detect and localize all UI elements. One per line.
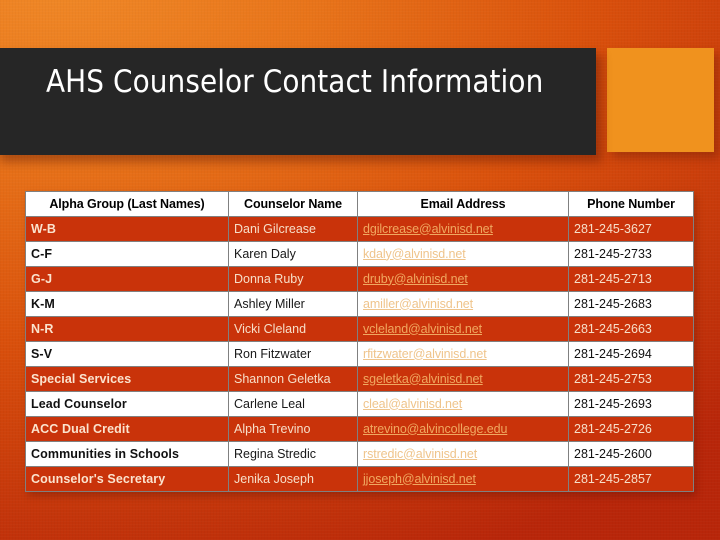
email-link[interactable]: kdaly@alvinisd.net bbox=[363, 247, 466, 261]
table-row: K-M Ashley Miller amiller@alvinisd.net 281-… bbox=[25, 291, 694, 317]
table-row: Lead Counselor Carlene Leal cleal@alvinisd… bbox=[25, 391, 694, 417]
cell-counselor-name: Vicki Cleland bbox=[228, 316, 358, 342]
counselor-contact-table: Alpha Group (Last Names) Counselor Name … bbox=[25, 191, 694, 492]
email-link[interactable]: cleal@alvinisd.net bbox=[363, 397, 462, 411]
cell-counselor-name: Jenika Joseph bbox=[228, 466, 358, 492]
accent-square-decoration bbox=[607, 48, 714, 152]
cell-alpha-group: W-B bbox=[25, 216, 229, 242]
cell-counselor-name: Ashley Miller bbox=[228, 291, 358, 317]
table-row: W-B Dani Gilcrease dgilcrease@alvinisd.net… bbox=[25, 216, 694, 242]
cell-phone-number: 281-245-2726 bbox=[568, 416, 694, 442]
cell-alpha-group: G-J bbox=[25, 266, 229, 292]
table-row: Counselor's Secretary Jenika Joseph jjosep… bbox=[25, 466, 694, 492]
email-link[interactable]: jjoseph@alvinisd.net bbox=[363, 472, 476, 486]
cell-alpha-group: C-F bbox=[25, 241, 229, 267]
cell-alpha-group: K-M bbox=[25, 291, 229, 317]
table-header: Alpha Group (Last Names) Counselor Name … bbox=[25, 191, 694, 217]
email-link[interactable]: rstredic@alvinisd.net bbox=[363, 447, 477, 461]
email-link[interactable]: vcleland@alvinisd.net bbox=[363, 322, 482, 336]
email-link[interactable]: druby@alvinisd.net bbox=[363, 272, 468, 286]
column-header-alpha-group: Alpha Group (Last Names) bbox=[25, 191, 229, 217]
cell-alpha-group: S-V bbox=[25, 341, 229, 367]
cell-email-address: kdaly@alvinisd.net bbox=[357, 241, 569, 267]
cell-email-address: druby@alvinisd.net bbox=[357, 266, 569, 292]
slide-canvas: AHS Counselor Contact Information Alpha … bbox=[0, 0, 720, 540]
cell-alpha-group: Special Services bbox=[25, 366, 229, 392]
title-block: AHS Counselor Contact Information bbox=[0, 48, 596, 155]
contact-table-container: Alpha Group (Last Names) Counselor Name … bbox=[25, 191, 694, 492]
cell-alpha-group: Lead Counselor bbox=[25, 391, 229, 417]
cell-counselor-name: Ron Fitzwater bbox=[228, 341, 358, 367]
cell-counselor-name: Carlene Leal bbox=[228, 391, 358, 417]
cell-phone-number: 281-245-3627 bbox=[568, 216, 694, 242]
cell-email-address: amiller@alvinisd.net bbox=[357, 291, 569, 317]
cell-email-address: dgilcrease@alvinisd.net bbox=[357, 216, 569, 242]
cell-alpha-group: Counselor's Secretary bbox=[25, 466, 229, 492]
cell-phone-number: 281-245-2600 bbox=[568, 441, 694, 467]
table-row: ACC Dual Credit Alpha Trevino atrevino@alv… bbox=[25, 416, 694, 442]
cell-email-address: rstredic@alvinisd.net bbox=[357, 441, 569, 467]
cell-phone-number: 281-245-2713 bbox=[568, 266, 694, 292]
email-link[interactable]: amiller@alvinisd.net bbox=[363, 297, 473, 311]
cell-phone-number: 281-245-2693 bbox=[568, 391, 694, 417]
cell-phone-number: 281-245-2753 bbox=[568, 366, 694, 392]
cell-email-address: cleal@alvinisd.net bbox=[357, 391, 569, 417]
cell-alpha-group: N-R bbox=[25, 316, 229, 342]
table-row: G-J Donna Ruby druby@alvinisd.net 281-245-2… bbox=[25, 266, 694, 292]
cell-phone-number: 281-245-2683 bbox=[568, 291, 694, 317]
column-header-email-address: Email Address bbox=[357, 191, 569, 217]
email-link[interactable]: dgilcrease@alvinisd.net bbox=[363, 222, 493, 236]
cell-phone-number: 281-245-2663 bbox=[568, 316, 694, 342]
cell-counselor-name: Alpha Trevino bbox=[228, 416, 358, 442]
cell-email-address: rfitzwater@alvinisd.net bbox=[357, 341, 569, 367]
column-header-counselor-name: Counselor Name bbox=[228, 191, 358, 217]
cell-counselor-name: Regina Stredic bbox=[228, 441, 358, 467]
column-header-phone-number: Phone Number bbox=[568, 191, 694, 217]
table-row: N-R Vicki Cleland vcleland@alvinisd.net 281… bbox=[25, 316, 694, 342]
cell-email-address: vcleland@alvinisd.net bbox=[357, 316, 569, 342]
cell-phone-number: 281-245-2733 bbox=[568, 241, 694, 267]
cell-phone-number: 281-245-2857 bbox=[568, 466, 694, 492]
table-row: S-V Ron Fitzwater rfitzwater@alvinisd.net 2… bbox=[25, 341, 694, 367]
cell-phone-number: 281-245-2694 bbox=[568, 341, 694, 367]
table-row: C-F Karen Daly kdaly@alvinisd.net 281-245-2… bbox=[25, 241, 694, 267]
cell-counselor-name: Dani Gilcrease bbox=[228, 216, 358, 242]
cell-counselor-name: Karen Daly bbox=[228, 241, 358, 267]
cell-email-address: sgeletka@alvinisd.net bbox=[357, 366, 569, 392]
cell-alpha-group: Communities in Schools bbox=[25, 441, 229, 467]
table-row: Special Services Shannon Geletka sgeletka@… bbox=[25, 366, 694, 392]
cell-counselor-name: Donna Ruby bbox=[228, 266, 358, 292]
cell-counselor-name: Shannon Geletka bbox=[228, 366, 358, 392]
table-header-row: Alpha Group (Last Names) Counselor Name … bbox=[25, 191, 694, 217]
email-link[interactable]: atrevino@alvincollege.edu bbox=[363, 422, 507, 436]
page-title: AHS Counselor Contact Information bbox=[46, 64, 544, 100]
cell-email-address: atrevino@alvincollege.edu bbox=[357, 416, 569, 442]
email-link[interactable]: sgeletka@alvinisd.net bbox=[363, 372, 483, 386]
table-body: W-B Dani Gilcrease dgilcrease@alvinisd.net… bbox=[25, 216, 694, 492]
cell-alpha-group: ACC Dual Credit bbox=[25, 416, 229, 442]
email-link[interactable]: rfitzwater@alvinisd.net bbox=[363, 347, 487, 361]
table-row: Communities in Schools Regina Stredic rstr… bbox=[25, 441, 694, 467]
cell-email-address: jjoseph@alvinisd.net bbox=[357, 466, 569, 492]
